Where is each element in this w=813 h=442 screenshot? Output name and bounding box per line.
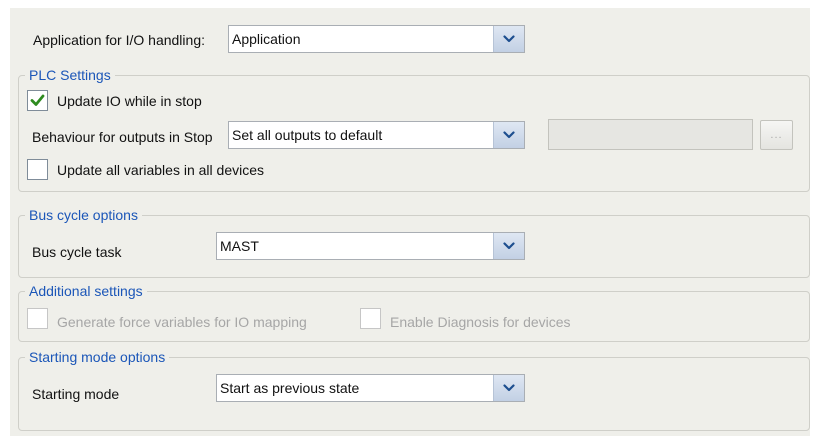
bus-cycle-task-value: MAST (220, 238, 259, 254)
update-io-checkbox[interactable] (27, 90, 48, 111)
behaviour-label: Behaviour for outputs in Stop (32, 129, 213, 145)
chevron-down-icon[interactable] (493, 122, 524, 148)
starting-mode-select[interactable]: Start as previous state (216, 374, 525, 402)
additional-settings-title: Additional settings (25, 282, 147, 300)
browse-button-label: ... (770, 129, 783, 141)
bus-cycle-title: Bus cycle options (25, 206, 142, 224)
update-io-label: Update IO while in stop (57, 93, 202, 109)
chevron-down-icon[interactable] (493, 375, 524, 401)
starting-mode-label: Starting mode (32, 386, 120, 402)
chevron-down-icon[interactable] (493, 26, 524, 52)
update-all-label: Update all variables in all devices (57, 162, 264, 178)
io-settings-panel: Application for I/O handling: Applicatio… (10, 8, 810, 436)
chevron-down-icon[interactable] (493, 233, 524, 259)
io-handling-value: Application (232, 31, 301, 47)
bus-cycle-task-select[interactable]: MAST (216, 232, 525, 260)
browse-button[interactable]: ... (760, 120, 793, 150)
force-vars-checkbox[interactable] (27, 308, 48, 329)
checkmark-icon (30, 94, 45, 106)
diagnosis-checkbox[interactable] (360, 308, 381, 329)
diagnosis-label: Enable Diagnosis for devices (390, 314, 571, 330)
starting-mode-value: Start as previous state (220, 380, 360, 396)
behaviour-value: Set all outputs to default (232, 127, 383, 143)
io-handling-select[interactable]: Application (228, 25, 525, 53)
io-handling-label: Application for I/O handling: (33, 32, 205, 48)
bus-cycle-task-label: Bus cycle task (32, 244, 122, 260)
behaviour-extra-field[interactable] (548, 119, 753, 150)
update-all-checkbox[interactable] (27, 159, 48, 180)
starting-mode-title: Starting mode options (25, 348, 170, 366)
behaviour-select[interactable]: Set all outputs to default (228, 121, 525, 149)
plc-settings-title: PLC Settings (25, 66, 115, 84)
force-vars-label: Generate force variables for IO mapping (57, 314, 307, 330)
